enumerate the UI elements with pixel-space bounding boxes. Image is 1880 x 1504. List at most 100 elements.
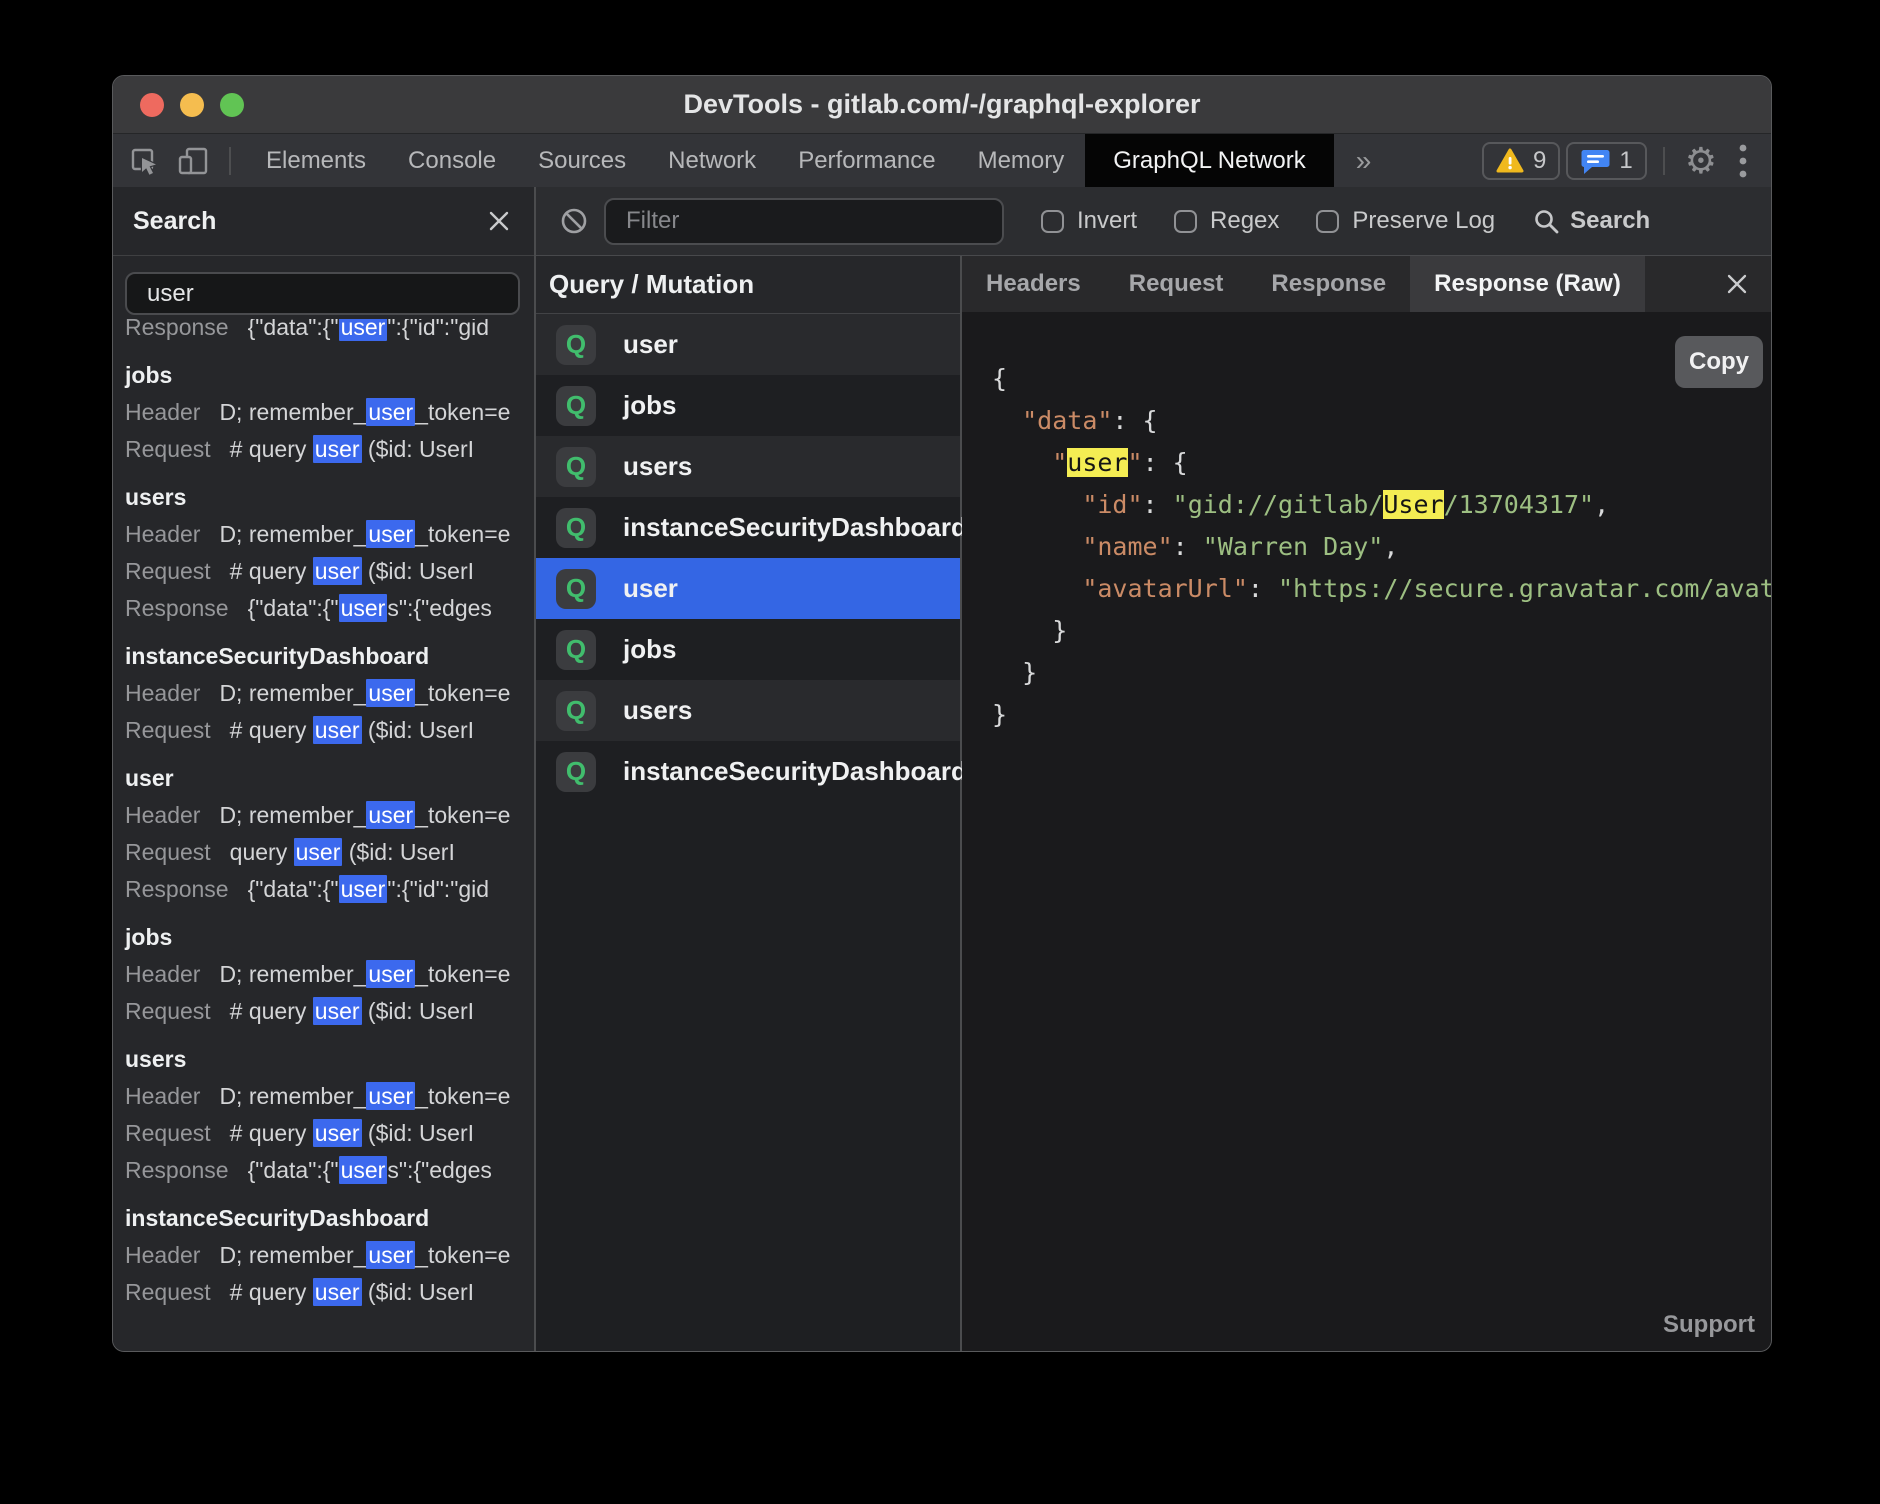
query-list-item-jobs[interactable]: Qjobs <box>536 375 960 436</box>
search-result-group-title[interactable]: instanceSecurityDashboard <box>125 638 534 675</box>
search-result-row[interactable]: HeaderD; remember_user_token=e <box>125 516 534 553</box>
tab-sources[interactable]: Sources <box>517 134 647 187</box>
search-result-row[interactable]: Request# query user ($id: UserI <box>125 712 534 749</box>
tab-memory[interactable]: Memory <box>957 134 1086 187</box>
json-token: , <box>1383 532 1398 561</box>
search-result-group-title[interactable]: user <box>125 760 534 797</box>
search-icon <box>1533 208 1560 235</box>
query-list-item-instancesecuritydashboard[interactable]: QinstanceSecurityDashboard <box>536 741 960 802</box>
search-result-row[interactable]: Request# query user ($id: UserI <box>125 1274 534 1311</box>
search-result-group-title[interactable]: jobs <box>125 919 534 956</box>
search-result-row[interactable]: Request# query user ($id: UserI <box>125 993 534 1030</box>
close-detail-icon[interactable] <box>1725 272 1749 296</box>
json-token: " <box>1052 448 1067 477</box>
minimize-window-button[interactable] <box>180 93 204 117</box>
detail-tab-request[interactable]: Request <box>1105 256 1248 312</box>
checkbox-regex[interactable]: Regex <box>1174 207 1279 235</box>
search-result-row[interactable]: Response{"data":{"user":{"id":"gid <box>125 871 534 908</box>
search-result-text: # query <box>230 1279 313 1305</box>
search-result-group-title[interactable]: instanceSecurityDashboard <box>125 1200 534 1237</box>
search-result-kind-label: Header <box>125 521 200 547</box>
tab-performance[interactable]: Performance <box>777 134 956 187</box>
messages-badge[interactable]: 1 <box>1566 142 1646 180</box>
search-input[interactable] <box>125 272 520 315</box>
query-list-item-users[interactable]: Qusers <box>536 680 960 741</box>
search-result-value: {"data":{"users":{"edges <box>248 1156 492 1184</box>
devtools-window: DevTools - gitlab.com/-/graphql-explorer… <box>112 75 1772 1352</box>
search-result-row[interactable]: Request# query user ($id: UserI <box>125 553 534 590</box>
search-result-row[interactable]: Response {"data":{"users":{"edges <box>125 1152 534 1189</box>
close-window-button[interactable] <box>140 93 164 117</box>
checkbox-preserve-log[interactable]: Preserve Log <box>1316 207 1495 235</box>
search-result-group-title[interactable]: jobs <box>125 357 534 394</box>
query-list-item-users[interactable]: Qusers <box>536 436 960 497</box>
device-toolbar-icon[interactable] <box>177 146 211 176</box>
json-token: } <box>992 700 1007 729</box>
query-list-item-instancesecuritydashboard[interactable]: QinstanceSecurityDashboard <box>536 497 960 558</box>
query-list-item-user[interactable]: Quser <box>536 558 960 619</box>
search-result-row[interactable]: HeaderD; remember_user_token=e <box>125 1078 534 1115</box>
network-search-toggle[interactable]: Search <box>1533 207 1650 235</box>
zoom-window-button[interactable] <box>220 93 244 117</box>
title-bar: DevTools - gitlab.com/-/graphql-explorer <box>113 76 1771 134</box>
search-match-highlight: user <box>313 1278 362 1306</box>
close-search-panel-icon[interactable] <box>486 208 512 234</box>
search-result-row[interactable]: Response{"data":{"user":{"id":"gid <box>125 319 534 346</box>
inspect-element-icon[interactable] <box>129 146 159 176</box>
query-type-badge: Q <box>556 508 596 548</box>
json-token: } <box>992 658 1037 687</box>
search-match-highlight: user <box>366 801 415 829</box>
json-token: "id" <box>1082 490 1142 519</box>
search-result-row[interactable]: Requestquery user ($id: UserI <box>125 834 534 871</box>
search-result-value: D; remember_user_token=e <box>219 398 510 426</box>
search-result-text: _token=e <box>415 1083 510 1109</box>
more-tabs-chevron-icon[interactable]: » <box>1334 145 1394 177</box>
tab-console[interactable]: Console <box>387 134 517 187</box>
json-token <box>992 406 1022 435</box>
more-options-icon[interactable] <box>1739 143 1747 179</box>
search-result-row[interactable]: Response{"data":{"users":{"edges <box>125 590 534 627</box>
search-result-row[interactable]: Request# query user ($id: UserI <box>125 431 534 468</box>
detail-tab-response[interactable]: Response <box>1247 256 1410 312</box>
query-list-item-user[interactable]: Quser <box>536 314 960 375</box>
query-list-item-jobs[interactable]: Qjobs <box>536 619 960 680</box>
json-line: { <box>992 364 1007 393</box>
search-match-highlight: user <box>366 1082 415 1110</box>
search-result-kind-label: Response <box>125 1157 229 1183</box>
detail-tab-headers[interactable]: Headers <box>962 256 1105 312</box>
warnings-badge[interactable]: 9 <box>1482 142 1560 180</box>
search-result-value: # query user ($id: UserI <box>230 557 474 585</box>
copy-button[interactable]: Copy <box>1675 336 1763 388</box>
search-result-row[interactable]: HeaderD; remember_user_token=e <box>125 675 534 712</box>
search-match-highlight: user <box>313 716 362 744</box>
search-result-group-title[interactable]: users <box>125 479 534 516</box>
search-match-highlight: user <box>313 435 362 463</box>
settings-gear-icon[interactable]: ⚙ <box>1685 143 1717 179</box>
query-mutation-panel: Query / Mutation QuserQjobsQusersQinstan… <box>536 256 962 1351</box>
json-token: "name" <box>1082 532 1172 561</box>
search-result-kind-label: Header <box>125 1083 200 1109</box>
search-match-highlight: user <box>339 875 388 903</box>
filter-input[interactable] <box>604 198 1004 245</box>
search-result-kind-label: Header <box>125 680 200 706</box>
search-result-row[interactable]: Request# query user ($id: UserI <box>125 1115 534 1152</box>
search-result-row[interactable]: HeaderD; remember_user_token=e <box>125 1237 534 1274</box>
search-result-value: {"data":{"user":{"id":"gid <box>248 875 489 903</box>
tab-graphql-network[interactable]: GraphQL Network <box>1085 134 1334 187</box>
search-result-text: # query <box>230 1120 313 1146</box>
search-result-text: _token=e <box>415 399 510 425</box>
search-result-row[interactable]: HeaderD; remember_user_token=e <box>125 394 534 431</box>
search-result-group-title[interactable]: users <box>125 1041 534 1078</box>
clear-filter-icon[interactable] <box>560 207 588 235</box>
json-line: "user": { <box>992 448 1188 477</box>
checkbox-invert[interactable]: Invert <box>1041 207 1137 235</box>
support-link[interactable]: Support <box>1663 1311 1755 1339</box>
search-result-text: ($id: UserI <box>362 558 474 584</box>
tab-elements[interactable]: Elements <box>245 134 387 187</box>
json-search-highlight: user <box>1067 448 1127 477</box>
search-result-row[interactable]: HeaderD; remember_user_token=e <box>125 797 534 834</box>
tab-network[interactable]: Network <box>647 134 777 187</box>
search-result-row[interactable]: HeaderD; remember_user_token=e <box>125 956 534 993</box>
query-list-item-label: jobs <box>623 634 676 665</box>
detail-tab-response-raw[interactable]: Response (Raw) <box>1410 256 1645 312</box>
